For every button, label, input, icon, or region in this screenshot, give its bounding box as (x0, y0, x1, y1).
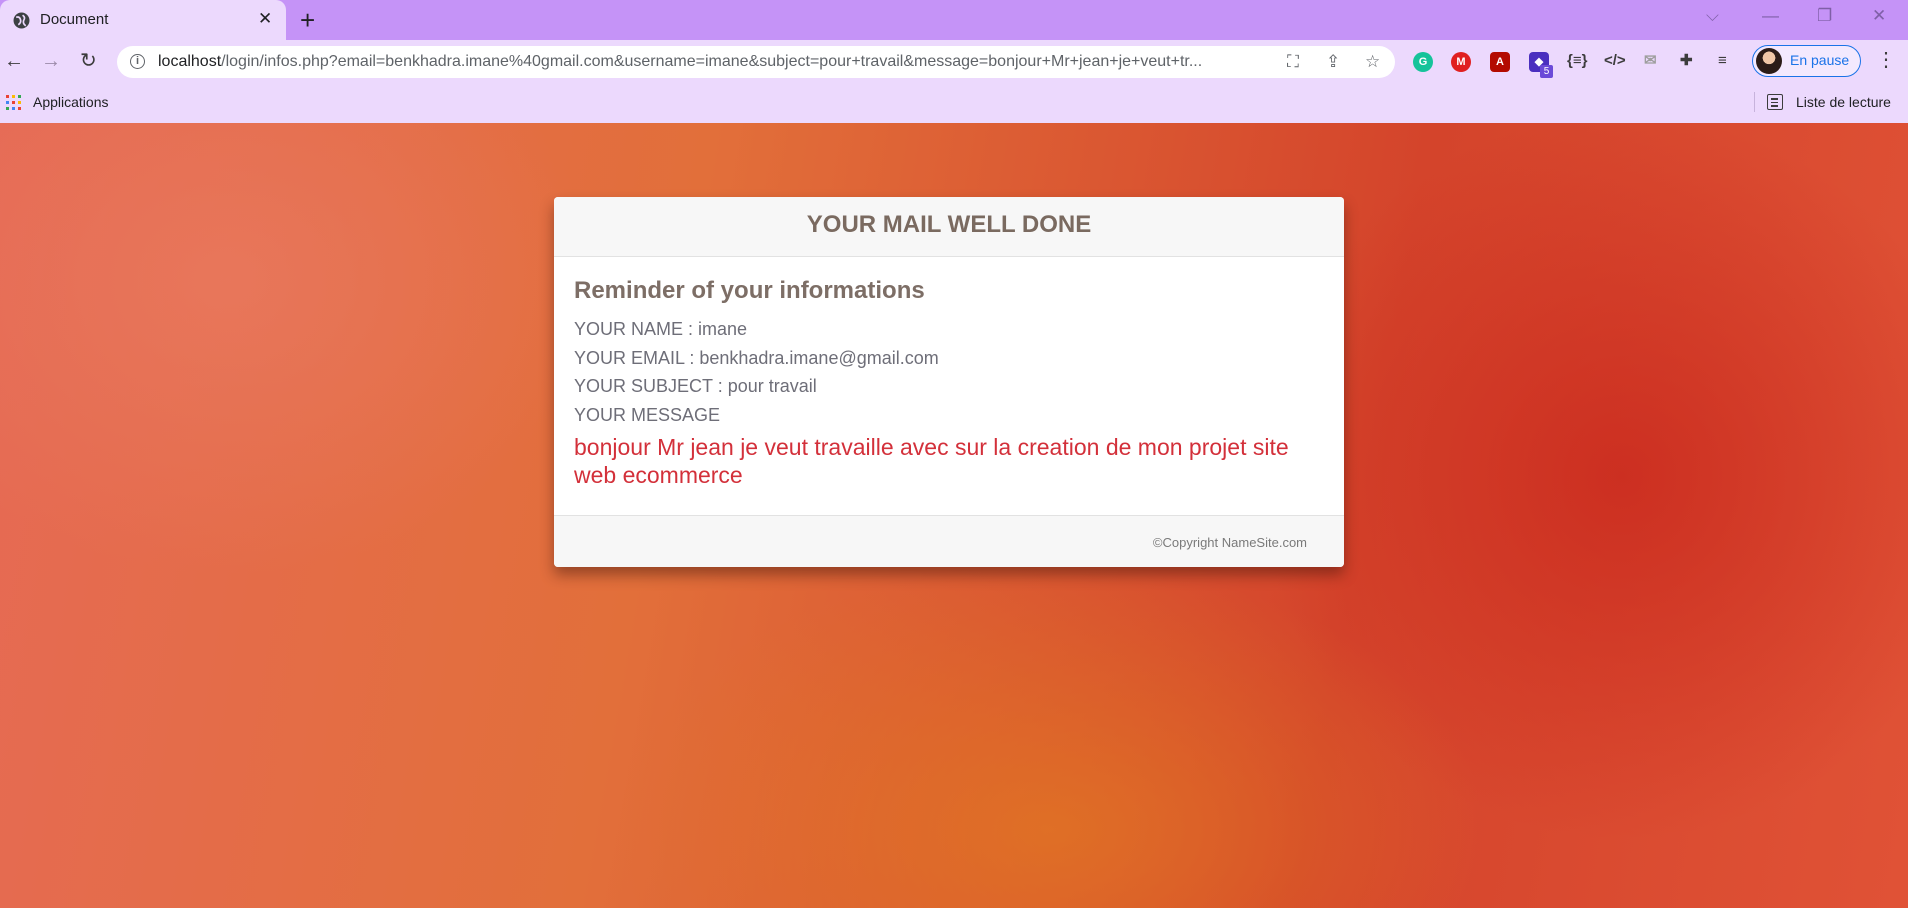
url-text[interactable]: localhost/login/infos.php?email=benkhadr… (158, 53, 1278, 71)
confirmation-card: YOUR MAIL WELL DONE Reminder of your inf… (554, 197, 1344, 567)
tab-title: Document (40, 11, 109, 28)
new-tab-button[interactable]: + (300, 6, 315, 34)
bookmarks-bar: Applications Liste de lecture (0, 83, 1908, 119)
email-field: YOUR EMAIL : benkhadra.imane@gmail.com (574, 347, 939, 368)
subject-field: YOUR SUBJECT : pour travail (574, 376, 817, 396)
profile-status-label: En pause (1790, 52, 1850, 68)
card-heading: Reminder of your informations (574, 277, 925, 304)
tab-close-icon[interactable]: ✕ (258, 10, 272, 28)
window-close-button[interactable]: ✕ (1872, 6, 1886, 26)
apps-bookmark[interactable]: Applications (33, 94, 109, 110)
forward-button[interactable]: → (41, 49, 61, 73)
restore-button[interactable]: ❐ (1817, 6, 1832, 26)
globe-icon (13, 12, 30, 29)
grammarly-extension-icon[interactable]: G (1413, 52, 1433, 72)
translate-icon[interactable]: ⛶ (1287, 52, 1299, 72)
page-background: YOUR MAIL WELL DONE Reminder of your inf… (0, 123, 1908, 908)
more-menu-icon[interactable]: ⋮ (1876, 48, 1896, 72)
apps-grid-icon[interactable] (6, 95, 21, 110)
bookmarks-divider (1754, 92, 1755, 112)
share-icon[interactable]: ⇪ (1326, 52, 1340, 72)
name-field: YOUR NAME : imane (574, 319, 748, 339)
copyright-text: ©Copyright NameSite.com (1152, 535, 1307, 550)
reload-button[interactable]: ↻ (80, 49, 97, 73)
extensions-puzzle-icon[interactable]: ✚ (1680, 50, 1693, 72)
pdf-extension-icon[interactable]: A (1490, 52, 1510, 72)
avatar (1756, 48, 1782, 74)
message-label: YOUR MESSAGE (574, 404, 721, 425)
media-queue-icon[interactable]: ≡ (1718, 50, 1727, 72)
browser-toolbar: ← → ↻ i localhost/login/infos.php?email=… (0, 40, 1908, 125)
tab-search-chevron-down-icon[interactable]: ⌵ (1706, 6, 1719, 26)
card-body: Reminder of your informations YOUR NAME … (574, 277, 1324, 489)
bookmark-star-icon[interactable]: ☆ (1365, 52, 1380, 72)
site-info-icon[interactable]: i (130, 54, 145, 69)
minimize-button[interactable]: — (1762, 6, 1779, 26)
card-header-title: YOUR MAIL WELL DONE (806, 211, 1092, 238)
mega-extension-icon[interactable]: M (1451, 52, 1471, 72)
back-button[interactable]: ← (4, 49, 24, 73)
browser-tab[interactable]: Document ✕ (0, 0, 286, 40)
reading-list-icon[interactable] (1767, 94, 1783, 110)
reading-list-button[interactable]: Liste de lecture (1796, 94, 1891, 110)
message-text: bonjour Mr jean je veut travaille avec s… (574, 434, 1289, 488)
json-extension-icon[interactable]: {≡} (1567, 50, 1587, 72)
address-bar[interactable]: i localhost/login/infos.php?email=benkha… (117, 46, 1395, 78)
extension-badge: 5 (1540, 65, 1553, 78)
mail-extension-icon[interactable]: ✉ (1644, 50, 1657, 72)
profile-button[interactable]: En pause (1752, 45, 1861, 77)
code-extension-icon[interactable]: </> (1604, 50, 1626, 72)
card-header: YOUR MAIL WELL DONE (554, 197, 1344, 257)
card-footer: ©Copyright NameSite.com (554, 515, 1344, 567)
browser-tab-strip: Document ✕ + ⌵ — ❐ ✕ (0, 0, 1908, 40)
